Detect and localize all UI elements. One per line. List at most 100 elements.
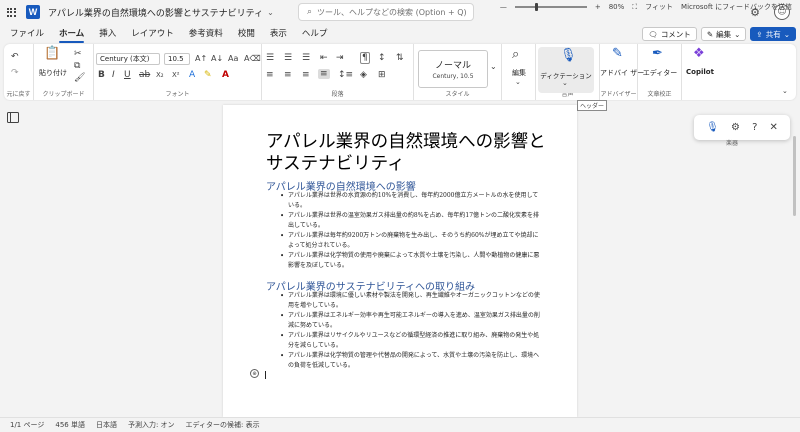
copy-icon[interactable]: ⧉ — [74, 61, 80, 71]
clear-format-icon[interactable]: A⌫ — [244, 54, 261, 64]
document-page[interactable]: アパレル業界の自然環境への影響とサステナビリティ アパレル業界の自然環境への影響… — [223, 105, 577, 417]
bold-icon[interactable]: B — [98, 70, 105, 80]
justify-icon[interactable]: ≡ — [318, 69, 330, 79]
editor-label[interactable]: エディター — [638, 68, 682, 78]
dictation-settings-icon[interactable]: ⚙ — [731, 122, 740, 133]
advisor-label[interactable]: アドバイ ザー — [600, 68, 644, 78]
sort-icon[interactable]: ↕ — [378, 53, 386, 63]
zoom-slider[interactable] — [514, 3, 587, 11]
fit-icon[interactable]: ⛶ — [632, 3, 637, 12]
shading-icon[interactable]: ◈ — [360, 70, 367, 80]
borders-icon[interactable]: ⊞ — [378, 70, 386, 80]
search-input[interactable]: ⌕ ツール、ヘルプなどの検索 (Option + Q) — [298, 3, 474, 21]
font-color-icon[interactable]: A — [222, 70, 229, 80]
tab-insert[interactable]: 挿入 — [99, 24, 116, 44]
paste-icon[interactable]: 📋 — [44, 47, 60, 60]
undo-label: 元に戻す — [6, 91, 31, 98]
help-icon[interactable]: ? — [752, 122, 757, 133]
numbering-icon[interactable]: ☰ — [284, 53, 292, 63]
editor-icon[interactable]: ✒ — [652, 47, 663, 60]
highlight-icon[interactable]: ✎ — [204, 70, 212, 80]
editing-mode-button[interactable]: ✎ 編集 ⌄ — [700, 27, 747, 41]
list-item[interactable]: アパレル業界は化学物質の管理や代替品の開発によって、水質や土壌の汚染を防止し、環… — [280, 351, 540, 371]
list-item[interactable]: アパレル業界は化学物質の使用や廃棄によって水質や土壌を汚染し、人間や動植物の健康… — [280, 251, 540, 271]
tab-layout[interactable]: レイアウト — [131, 24, 174, 44]
styles-more-icon[interactable]: ⌄ — [490, 62, 497, 72]
redo-icon[interactable]: ↷ — [11, 68, 19, 78]
floating-dictation-panel: 🎙 ⚙ ? ✕ — [694, 115, 790, 140]
list-item[interactable]: アパレル業界はエネルギー効率や再生可能エネルギーの導入を進め、温室効果ガス排出量… — [280, 311, 540, 331]
change-case-icon[interactable]: Aa — [228, 54, 238, 64]
word-count[interactable]: 456 単語 — [55, 420, 85, 430]
share-button[interactable]: ⇪ 共有 ⌄ — [750, 27, 796, 41]
editor-suggestions-status[interactable]: エディターの候補: 表示 — [186, 420, 260, 430]
document-title[interactable]: アパレル業界の自然環境への影響とサステナビリティ — [48, 6, 263, 19]
format-painter-icon[interactable]: 🖌 — [74, 73, 85, 83]
app-launcher-button[interactable] — [0, 0, 22, 24]
bullets-icon[interactable]: ☰ — [266, 53, 274, 63]
superscript-icon[interactable]: X² — [172, 70, 180, 80]
fit-button[interactable]: フィット — [645, 2, 673, 12]
paragraph-options-icon[interactable]: ⊕ — [250, 369, 259, 378]
find-icon[interactable]: ⌕ — [512, 48, 519, 61]
dictate-button[interactable]: 🎙 ディクテーション ⌄ — [538, 47, 594, 93]
line-spacing-icon[interactable]: ↕≡ — [338, 70, 353, 80]
document-heading[interactable]: アパレル業界の自然環境への影響とサステナビリティ — [266, 131, 556, 175]
title-options-icon[interactable]: ⌄ — [267, 8, 274, 17]
italic-icon[interactable]: I — [112, 70, 115, 80]
paste-label[interactable]: 貼り付け — [38, 68, 68, 78]
clipboard-label: クリップボード — [42, 91, 85, 98]
multilevel-list-icon[interactable]: ☰ — [302, 53, 310, 63]
vertical-scrollbar[interactable] — [793, 106, 797, 414]
font-size-select[interactable]: 10.5 — [164, 53, 190, 65]
microphone-icon[interactable]: 🎙 — [706, 122, 719, 133]
cut-icon[interactable]: ✂ — [74, 49, 82, 59]
list-item[interactable]: アパレル業界は世界の水資源の約10%を消費し、毎年約2000億立方メートルの水を… — [280, 191, 540, 211]
header-tag[interactable]: ヘッダー — [577, 100, 608, 111]
word-logo-icon: W — [26, 5, 40, 19]
align-left-icon[interactable]: ≡ — [266, 70, 274, 80]
page-count[interactable]: 1/1 ページ — [10, 420, 44, 430]
tab-home[interactable]: ホーム — [59, 24, 85, 44]
copilot-icon[interactable]: ❖ — [693, 47, 705, 60]
decrease-indent-icon[interactable]: ⇤ — [320, 53, 328, 63]
ribbon-collapse-icon[interactable]: ⌄ — [782, 86, 788, 96]
share-label: 共有 — [765, 29, 781, 39]
list-item[interactable]: アパレル業界は世界の温室効果ガス排出量の約8%を占め、毎年約17億トンの二酸化炭… — [280, 211, 540, 231]
show-marks-icon[interactable]: ¶ — [360, 52, 370, 64]
tab-references[interactable]: 参考資料 — [189, 24, 223, 44]
shrink-font-icon[interactable]: A↓ — [211, 54, 223, 64]
tab-file[interactable]: ファイル — [10, 24, 44, 44]
tab-view[interactable]: 表示 — [270, 24, 287, 44]
increase-indent-icon[interactable]: ⇥ — [336, 53, 344, 63]
subscript-icon[interactable]: X₂ — [156, 70, 164, 80]
copilot-label[interactable]: Copilot — [682, 68, 718, 76]
grow-font-icon[interactable]: A↑ — [195, 54, 207, 64]
tab-help[interactable]: ヘルプ — [302, 24, 328, 44]
zoom-level[interactable]: 80% — [609, 3, 625, 11]
tab-review[interactable]: 校閲 — [238, 24, 255, 44]
underline-icon[interactable]: U — [124, 70, 131, 80]
zoom-out-icon[interactable]: — — [500, 3, 507, 11]
list-item[interactable]: アパレル業界は環境に優しい素材や製法を開発し、再生繊維やオーガニックコットンなど… — [280, 291, 540, 311]
text-direction-icon[interactable]: ⇅ — [396, 53, 404, 63]
list-item[interactable]: アパレル業界はリサイクルやリユースなどの循環型経済の推進に取り組み、廃棄物の発生… — [280, 331, 540, 351]
strikethrough-icon[interactable]: ab — [139, 70, 150, 80]
close-icon[interactable]: ✕ — [770, 122, 778, 133]
align-center-icon[interactable]: ≡ — [284, 70, 292, 80]
feedback-link[interactable]: Microsoft にフィードバックを送信 — [681, 2, 792, 12]
style-normal-card[interactable]: ノーマル Century, 10.5 — [418, 50, 488, 88]
align-right-icon[interactable]: ≡ — [302, 70, 310, 80]
scrollbar-thumb[interactable] — [793, 136, 796, 216]
advisor-icon[interactable]: ✎ — [612, 47, 623, 60]
font-family-select[interactable]: Century (本文) — [96, 53, 160, 65]
zoom-slider-thumb[interactable] — [534, 3, 538, 11]
text-effects-icon[interactable]: A — [189, 70, 195, 80]
zoom-in-icon[interactable]: + — [595, 3, 601, 11]
predictive-text-status[interactable]: 予測入力: オン — [128, 420, 175, 430]
language-status[interactable]: 日本語 — [96, 420, 117, 430]
list-item[interactable]: アパレル業界は毎年約9200万トンの廃棄物を生み出し、そのうち約60%が埋め立て… — [280, 231, 540, 251]
comments-button[interactable]: 🗨 コメント — [642, 27, 697, 41]
navigation-pane-icon[interactable] — [7, 112, 19, 123]
undo-icon[interactable]: ↶ — [11, 52, 19, 62]
